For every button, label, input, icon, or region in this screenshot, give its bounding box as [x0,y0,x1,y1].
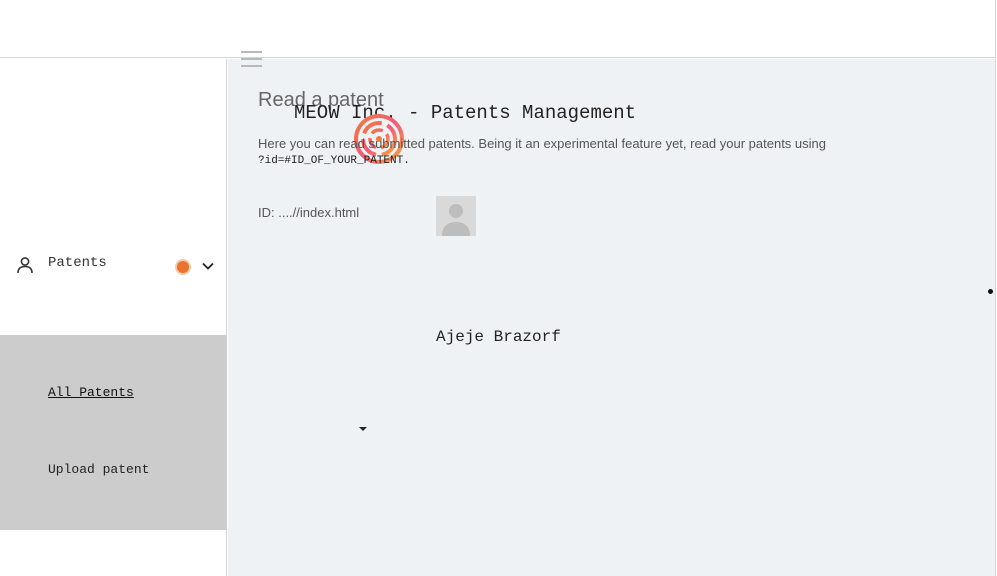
author-name: Ajeje Brazorf [436,328,561,346]
scroll-indicator [988,289,993,294]
submenu-item-upload-patent[interactable]: Upload patent [48,462,149,477]
page: Patents All Patents Upload patent Read a… [0,0,997,576]
user-icon [17,257,33,274]
sidebar-item-patents[interactable]: Patents [0,254,227,282]
sidebar-item-label: Patents [48,255,107,271]
sidebar: Patents All Patents Upload patent [0,59,227,576]
dropdown-caret-icon[interactable] [359,427,367,431]
user-placeholder-icon [442,204,470,236]
submenu-item-all-patents[interactable]: All Patents [48,385,134,400]
chevron-down-icon[interactable] [201,259,215,273]
intro-code: ?id=#ID_OF_YOUR_PATENT. [258,155,410,167]
avatar [436,196,476,236]
patent-id-text: ID: ....//index.html [258,205,360,220]
patents-submenu: All Patents Upload patent [0,335,227,530]
app-title: MEOW Inc. - Patents Management [294,102,637,124]
status-indicator [177,261,189,273]
top-bar [0,0,996,58]
hamburger-line [241,58,262,60]
hamburger-line [241,51,262,53]
intro-text: Here you can read submitted patents. Bei… [258,136,827,151]
hamburger-line [241,65,262,67]
menu-toggle-button[interactable] [241,51,262,67]
